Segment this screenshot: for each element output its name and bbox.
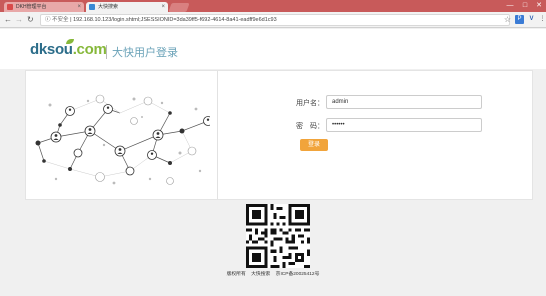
password-label: 密 码： [296,123,324,130]
page-header: dksou.com 大快用户登录 [0,29,546,69]
browser-tab-bar: DKH管理平台 × 大快搜索 × — □ ✕ [0,0,546,12]
url-text: 192.168.10.123/login.shtml;JSESSIONID=3d… [73,17,277,23]
copyright-footer: 版权所有 大快搜索 京ICP备20025412号 [0,270,546,277]
security-label: 不安全 [52,17,69,23]
tab-dkh-admin[interactable]: DKH管理平台 × [4,2,84,12]
extension-p-icon[interactable]: P [515,15,524,24]
minimize-button[interactable]: — [503,0,517,12]
extension-v-icon[interactable]: V [527,15,536,24]
login-panel: 用户名： admin 密 码： •••••• 登录 [25,70,533,200]
star-icon[interactable]: ☆ [503,15,512,24]
new-tab-button[interactable] [168,3,190,12]
url-input[interactable]: ⓘ 不安全 | 192.168.10.123/login.shtml;JSESS… [40,14,510,26]
tab-close-icon[interactable]: × [77,2,81,12]
username-label: 用户名： [296,100,324,107]
header-divider [106,45,107,59]
tab-favicon-icon [89,4,95,10]
password-field[interactable]: •••••• [326,118,482,132]
network-illustration [35,94,210,185]
panel-divider [217,71,218,199]
tab-favicon-icon [7,4,13,10]
maximize-button[interactable]: □ [518,0,532,12]
username-field[interactable]: admin [326,95,482,109]
tab-close-icon[interactable]: × [161,2,165,12]
copyright-rights: 版权所有 [226,272,246,277]
reload-icon[interactable]: ↻ [27,14,34,26]
icp-number[interactable]: 京ICP备20025412号 [276,272,320,277]
logo-suffix: .com [72,41,107,58]
address-bar-row: ← → ↻ ⓘ 不安全 | 192.168.10.123/login.shtml… [0,12,546,28]
close-window-button[interactable]: ✕ [532,0,546,12]
info-icon[interactable]: ⓘ [45,17,51,23]
copyright-company: 大快搜索 [251,272,271,277]
tab-label: 大快搜索 [98,4,119,10]
back-arrow-icon[interactable]: ← [4,14,12,26]
menu-icon[interactable]: ⋮ [538,15,546,24]
qr-code [246,204,310,268]
login-button[interactable]: 登录 [300,139,328,151]
tab-dksou-search[interactable]: 大快搜索 × [86,2,168,12]
forward-arrow-icon[interactable]: → [15,14,23,26]
page-title: 大快用户登录 [112,47,178,59]
tab-label: DKH管理平台 [16,4,47,10]
